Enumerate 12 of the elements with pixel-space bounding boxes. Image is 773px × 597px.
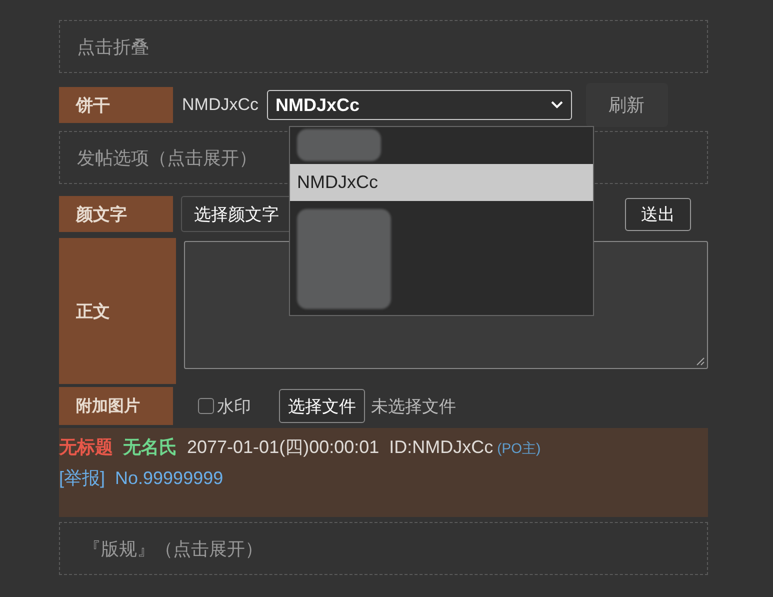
current-cookie-text: NMDJxCc	[182, 95, 258, 115]
attach-label: 附加图片	[59, 387, 173, 425]
po-tag: (PO主)	[497, 440, 541, 456]
post-title: 无标题	[59, 437, 113, 458]
emoticon-label: 颜文字	[59, 196, 173, 232]
post-time: 2077-01-01(四)00:00:01	[187, 437, 380, 457]
poster-name: 无名氏	[123, 437, 177, 458]
file-status-text: 未选择文件	[371, 396, 456, 418]
body-label: 正文	[59, 238, 176, 384]
cookie-label: 饼干	[59, 87, 173, 123]
watermark-label: 水印	[217, 396, 251, 418]
poster-id: ID:NMDJxCc	[389, 437, 494, 457]
